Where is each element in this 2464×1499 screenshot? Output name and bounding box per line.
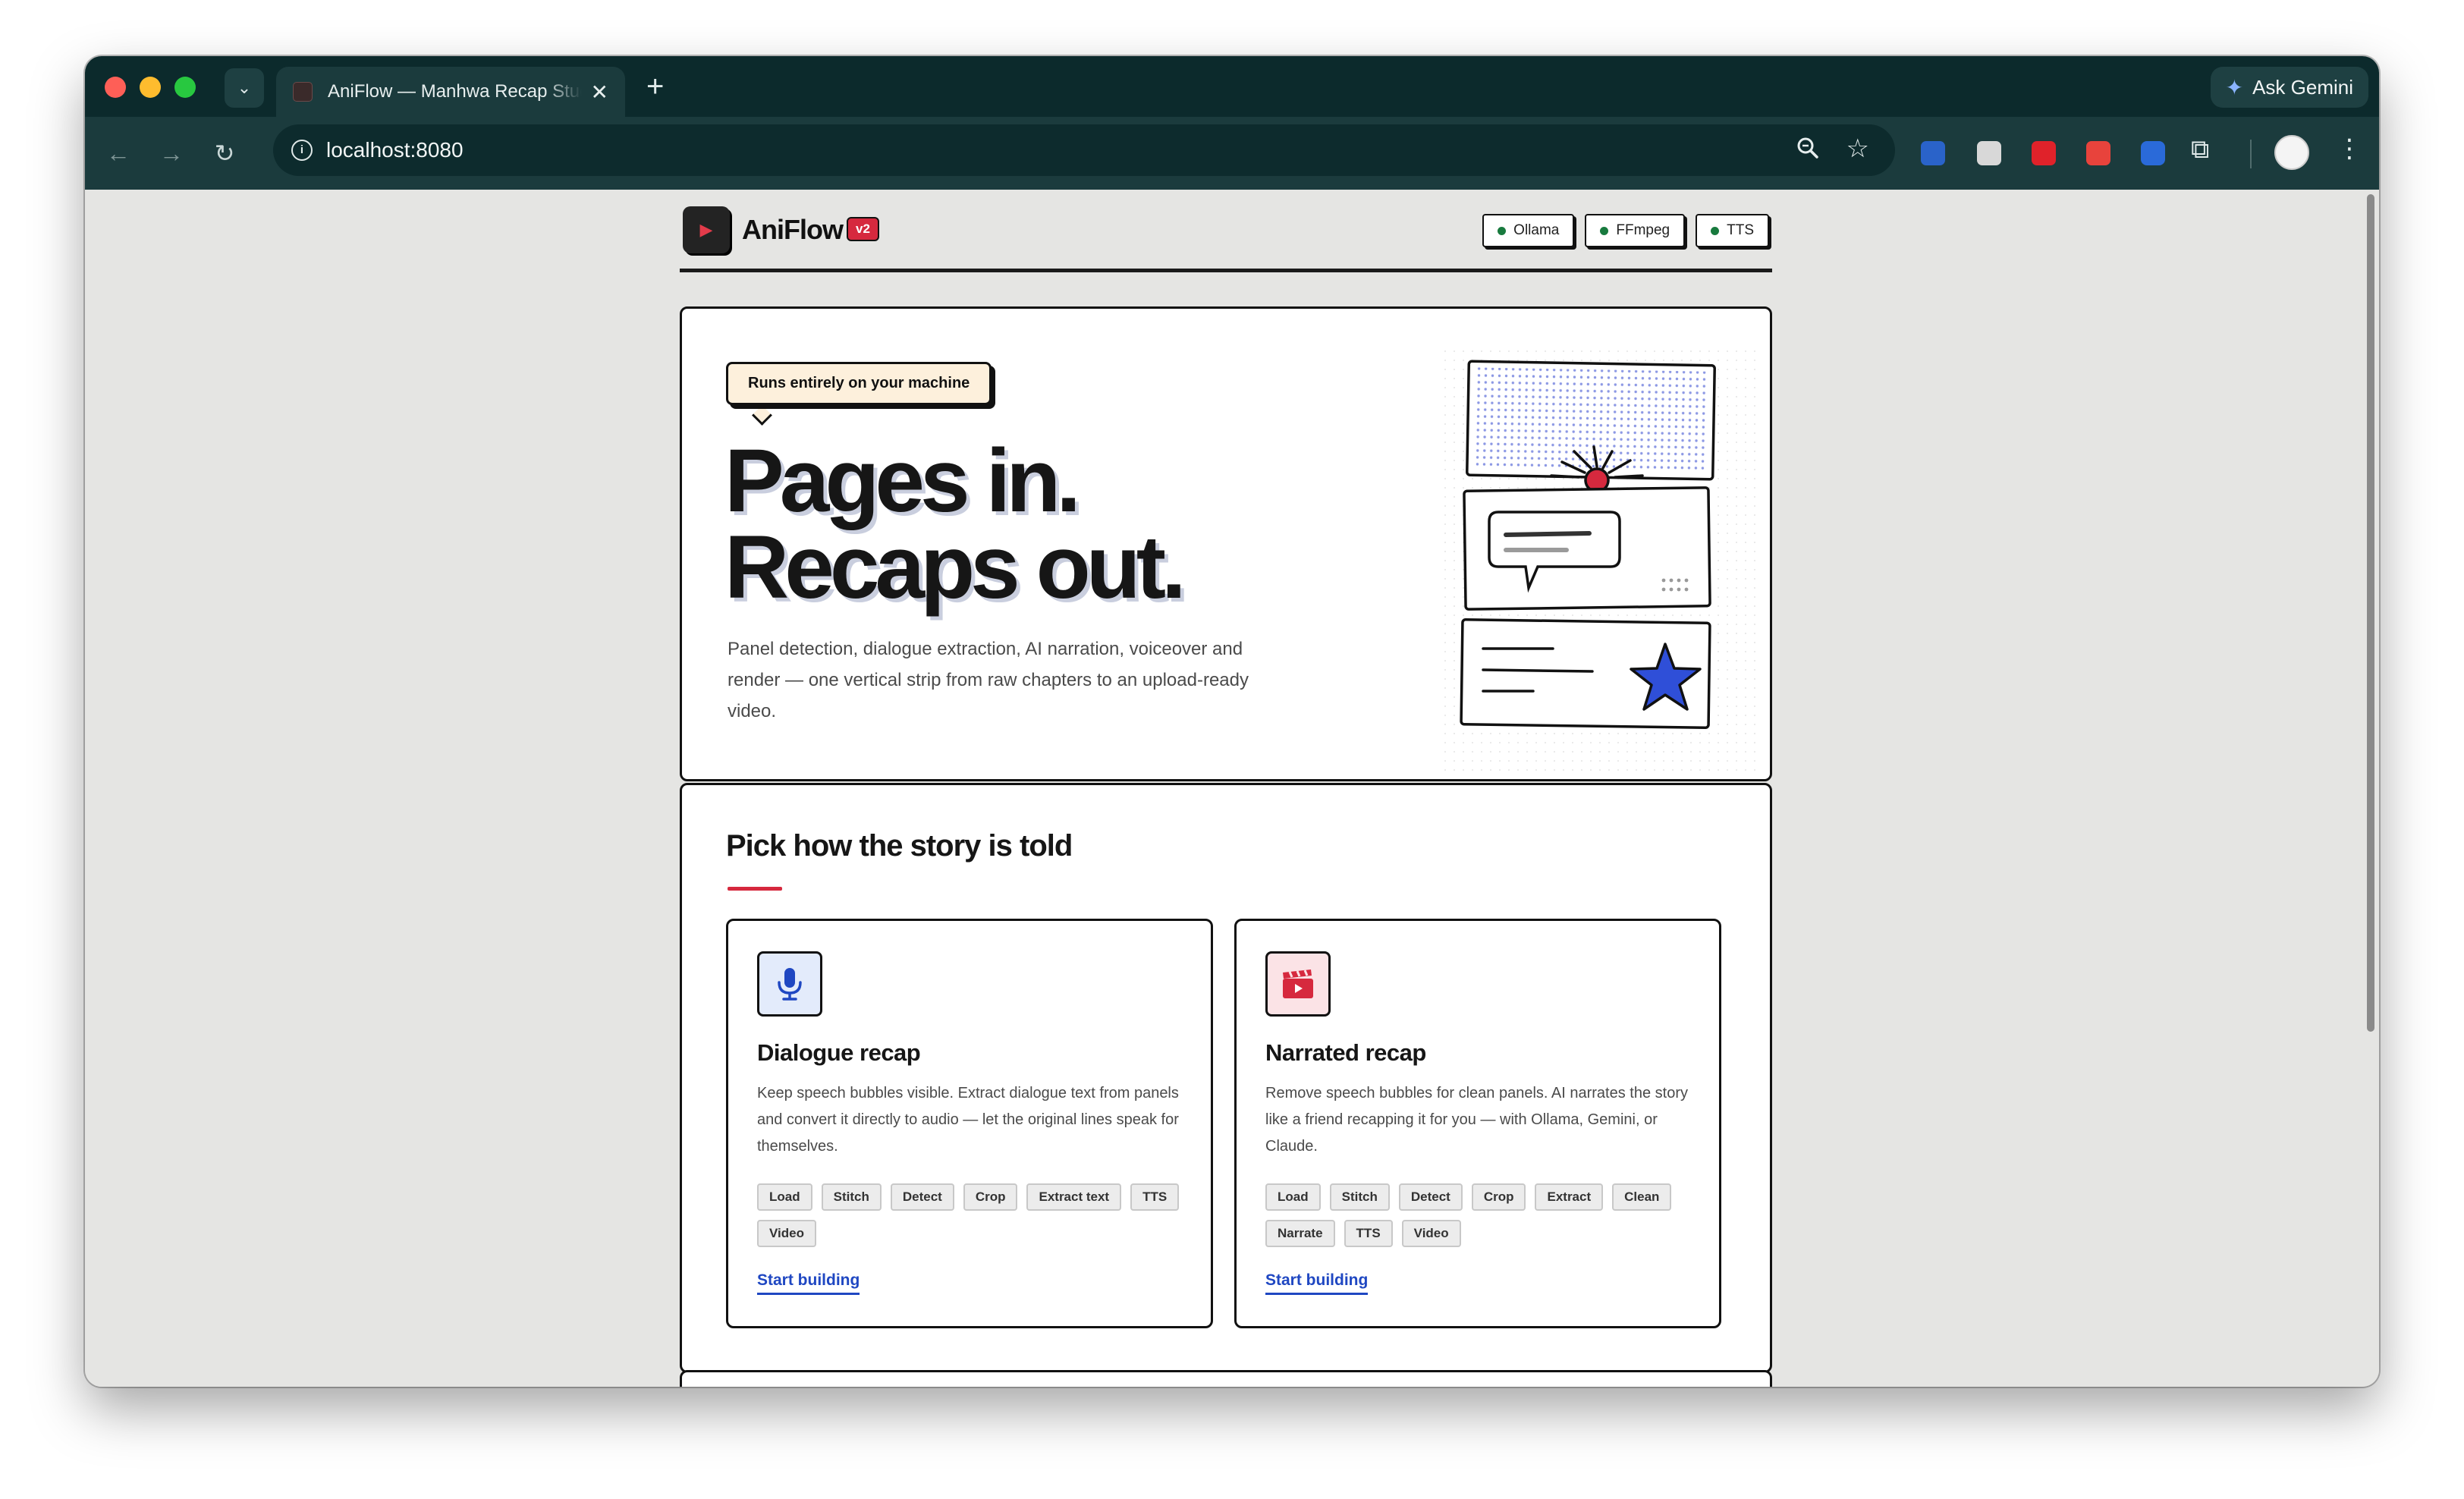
app-header: ▶ AniFlow v2 Ollama FFmpeg TTS	[680, 205, 1772, 269]
tab-search-icon[interactable]: ⌄	[225, 68, 264, 108]
step-chip: Video	[757, 1220, 816, 1247]
service-status-row: Ollama FFmpeg TTS	[1482, 214, 1769, 247]
card-title: Narrated recap	[1265, 1039, 1426, 1066]
status-label: Ollama	[1513, 222, 1560, 238]
step-chip: Stitch	[1329, 1183, 1390, 1211]
status-dot-icon	[1600, 226, 1609, 235]
extension-icon[interactable]	[2086, 141, 2110, 165]
step-chip: Extract	[1535, 1183, 1604, 1211]
card-description: Remove speech bubbles for clean panels. …	[1265, 1085, 1688, 1155]
narrated-recap-card[interactable]: Narrated recap Remove speech bubbles for…	[1234, 919, 1721, 1328]
page-viewport: ▶ AniFlow v2 Ollama FFmpeg TTS Runs enti…	[85, 190, 2379, 1387]
hero-title-line-1: Pages in.	[724, 431, 1081, 531]
step-chip: Stitch	[821, 1183, 882, 1211]
dialogue-recap-card[interactable]: Dialogue recap Keep speech bubbles visib…	[726, 919, 1213, 1328]
extension-icon[interactable]	[1921, 141, 1945, 165]
tab-title: AniFlow — Manhwa Recap Studio	[328, 81, 582, 102]
card-description: Keep speech bubbles visible. Extract dia…	[757, 1085, 1179, 1155]
status-label: FFmpeg	[1616, 222, 1670, 238]
extension-icon[interactable]	[2141, 141, 2165, 165]
speech-bubble-panel	[1463, 486, 1711, 611]
hero-title: Pages in. Recaps out.	[724, 436, 1186, 612]
pipeline-steps: Load Stitch Detect Crop Extract Clean Na…	[1265, 1183, 1705, 1247]
section-title: Pick how the story is told	[726, 829, 1073, 863]
status-dot-icon	[1711, 226, 1720, 235]
status-ffmpeg: FFmpeg	[1585, 214, 1686, 247]
extension-icon[interactable]	[1977, 141, 2001, 165]
browser-toolbar: ← → ↻ i localhost:8080 ☆ ⧉ ⋮	[85, 117, 2379, 190]
pipeline-steps: Load Stitch Detect Crop Extract text TTS…	[757, 1183, 1197, 1247]
status-ollama: Ollama	[1482, 214, 1575, 247]
start-building-link[interactable]: Start building	[757, 1271, 860, 1295]
step-chip: Load	[757, 1183, 812, 1211]
tab-strip: ⌄ AniFlow — Manhwa Recap Studio ✕ + ✦ As…	[85, 56, 2379, 117]
step-chip: Load	[1265, 1183, 1321, 1211]
status-dot-icon	[1498, 226, 1507, 235]
step-chip: Detect	[890, 1183, 954, 1211]
browser-window: ⌄ AniFlow — Manhwa Recap Studio ✕ + ✦ As…	[85, 56, 2379, 1387]
step-chip: Narrate	[1265, 1220, 1335, 1247]
extensions-puzzle-icon[interactable]: ⧉	[2191, 135, 2209, 165]
microphone-icon	[757, 951, 822, 1017]
bookmark-star-icon[interactable]: ☆	[1846, 134, 1869, 164]
brand-name[interactable]: AniFlow	[742, 214, 844, 246]
card-title: Dialogue recap	[757, 1039, 921, 1066]
profile-avatar[interactable]	[2274, 135, 2309, 170]
favicon-icon	[293, 82, 313, 102]
step-chip: TTS	[1130, 1183, 1180, 1211]
next-section-panel	[680, 1370, 1772, 1387]
step-chip: Crop	[1471, 1183, 1526, 1211]
ask-gemini-button[interactable]: ✦ Ask Gemini	[2210, 67, 2368, 108]
hero-title-line-2: Recaps out.	[724, 517, 1186, 618]
step-chip: Clean	[1612, 1183, 1672, 1211]
tab-close-icon[interactable]: ✕	[591, 80, 608, 105]
window-maximize-button[interactable]	[174, 77, 196, 98]
more-menu-icon[interactable]: ⋮	[2337, 134, 2362, 164]
status-tts: TTS	[1696, 214, 1769, 247]
window-minimize-button[interactable]	[140, 77, 161, 98]
window-close-button[interactable]	[105, 77, 126, 98]
comic-panels-illustration	[1441, 347, 1759, 771]
ask-gemini-label: Ask Gemini	[2252, 75, 2353, 99]
step-chip: Extract text	[1026, 1183, 1122, 1211]
video-clapper-icon	[1265, 951, 1331, 1017]
url-text[interactable]: localhost:8080	[326, 138, 464, 162]
active-tab[interactable]: AniFlow — Manhwa Recap Studio ✕	[276, 67, 625, 117]
hero-description: Panel detection, dialogue extraction, AI…	[728, 639, 1249, 721]
start-building-link[interactable]: Start building	[1265, 1271, 1369, 1295]
modes-panel: Pick how the story is told Dialogue reca…	[680, 783, 1772, 1373]
new-tab-button[interactable]: +	[646, 67, 664, 106]
extension-icon[interactable]	[2032, 141, 2056, 165]
forward-arrow-icon[interactable]: →	[155, 137, 188, 170]
hero-panel: Runs entirely on your machine Pages in. …	[680, 306, 1772, 781]
local-badge: Runs entirely on your machine	[726, 362, 992, 405]
status-label: TTS	[1727, 222, 1754, 238]
header-divider	[680, 269, 1772, 272]
back-arrow-icon[interactable]: ←	[102, 137, 135, 170]
speech-tail	[752, 405, 772, 426]
info-icon[interactable]: i	[291, 140, 313, 161]
step-chip: Crop	[963, 1183, 1018, 1211]
app-logo[interactable]: ▶	[683, 206, 730, 253]
reload-icon[interactable]: ↻	[208, 137, 241, 170]
star-panel	[1460, 618, 1711, 729]
toolbar-divider	[2250, 140, 2252, 168]
halftone-panel	[1466, 360, 1716, 481]
address-bar[interactable]: i localhost:8080 ☆	[273, 124, 1895, 176]
zoom-icon[interactable]	[1796, 137, 1819, 165]
title-underline	[728, 887, 782, 891]
gemini-sparkle-icon: ✦	[2225, 75, 2244, 99]
step-chip: Video	[1401, 1220, 1461, 1247]
version-badge: v2	[847, 217, 879, 241]
scrollbar-thumb[interactable]	[2367, 194, 2374, 1032]
step-chip: TTS	[1344, 1220, 1393, 1247]
step-chip: Detect	[1398, 1183, 1463, 1211]
